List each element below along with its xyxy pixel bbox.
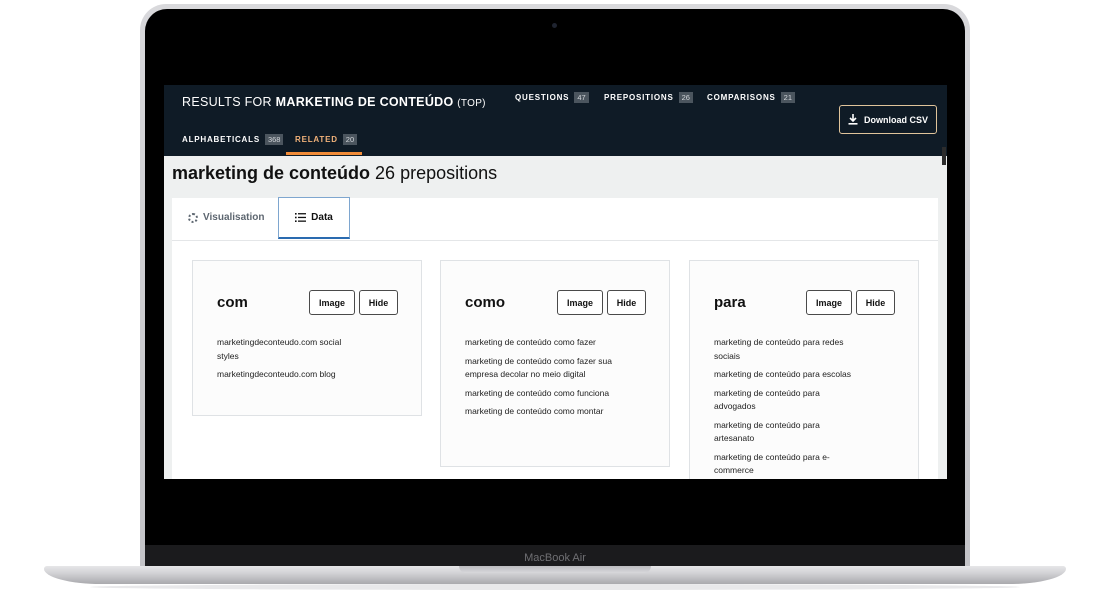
tab-count-badge: 21: [780, 92, 795, 103]
active-tab-underline: [286, 152, 362, 155]
tab-visualisation[interactable]: Visualisation: [188, 212, 265, 223]
results-keyword: MARKETING DE CONTEÚDO: [275, 95, 454, 109]
tab-data-label: Data: [311, 212, 333, 223]
card-title: para: [714, 294, 746, 311]
page-title-keyword: marketing de conteúdo: [172, 163, 371, 183]
list-item[interactable]: marketing de conteúdo como fazer: [465, 336, 615, 350]
tab-label: PREPOSITIONS: [604, 93, 674, 102]
preposition-card-para: para Image Hide marketing de conteúdo pa…: [689, 260, 919, 479]
tab-count-badge: 368: [264, 134, 284, 145]
list-item[interactable]: marketing de conteúdo para artesanato: [714, 419, 854, 446]
list-icon: [295, 213, 307, 222]
tab-label: RELATED: [295, 135, 338, 144]
download-icon: [848, 114, 858, 125]
tab-label: COMPARISONS: [707, 93, 776, 102]
results-panel: Visualisation Data com Image Hide market…: [172, 197, 938, 479]
list-item[interactable]: marketing de conteúdo para advogados: [714, 387, 854, 414]
laptop-notch: [459, 566, 651, 573]
tab-alphabeticals[interactable]: ALPHABETICALS 368: [182, 134, 284, 145]
page-title: marketing de conteúdo 26 prepositions: [172, 163, 497, 184]
suggestion-list: marketing de conteúdo como fazer marketi…: [465, 336, 615, 424]
tab-label: QUESTIONS: [515, 93, 570, 102]
visualisation-icon: [188, 212, 198, 223]
image-button[interactable]: Image: [806, 290, 852, 315]
results-title: RESULTS FOR MARKETING DE CONTEÚDO (TOP): [182, 95, 486, 109]
list-item[interactable]: marketingdeconteudo.com blog: [217, 368, 357, 382]
preposition-card-com: com Image Hide marketingdeconteudo.com s…: [192, 260, 422, 416]
hide-button[interactable]: Hide: [359, 290, 398, 315]
tab-comparisons[interactable]: COMPARISONS 21: [707, 92, 795, 103]
results-prefix: RESULTS FOR: [182, 95, 272, 109]
results-region: (TOP): [457, 98, 486, 109]
image-button[interactable]: Image: [557, 290, 603, 315]
download-csv-button[interactable]: Download CSV: [839, 105, 937, 134]
card-title: como: [465, 294, 506, 311]
tab-visualisation-label: Visualisation: [203, 212, 265, 223]
view-tabs: Visualisation Data: [172, 197, 938, 241]
list-item[interactable]: marketing de conteúdo como funciona: [465, 387, 615, 401]
list-item[interactable]: marketing de conteúdo para e-commerce: [714, 451, 854, 478]
tab-related[interactable]: RELATED 20: [295, 134, 358, 145]
suggestion-list: marketingdeconteudo.com social styles ma…: [217, 336, 357, 387]
tab-count-badge: 20: [342, 134, 358, 145]
list-item[interactable]: marketing de conteúdo para redes sociais: [714, 336, 854, 363]
laptop-shadow: [90, 584, 1020, 590]
list-item[interactable]: marketing de conteúdo como montar: [465, 405, 615, 419]
tab-prepositions[interactable]: PREPOSITIONS 26: [604, 92, 693, 103]
suggestion-list: marketing de conteúdo para redes sociais…: [714, 336, 854, 479]
tab-label: ALPHABETICALS: [182, 135, 260, 144]
tab-count-badge: 47: [574, 92, 589, 103]
preposition-card-como: como Image Hide marketing de conteúdo co…: [440, 260, 670, 467]
tab-count-badge: 26: [678, 92, 693, 103]
scrollbar-thumb[interactable]: [942, 147, 946, 165]
download-csv-label: Download CSV: [863, 114, 928, 125]
list-item[interactable]: marketing de conteúdo como fazer sua emp…: [465, 355, 615, 382]
hide-button[interactable]: Hide: [856, 290, 895, 315]
list-item[interactable]: marketing de conteúdo para escolas: [714, 368, 854, 382]
page-title-summary: 26 prepositions: [375, 163, 498, 183]
hide-button[interactable]: Hide: [607, 290, 646, 315]
list-item[interactable]: marketingdeconteudo.com social styles: [217, 336, 357, 363]
image-button[interactable]: Image: [309, 290, 355, 315]
screen: RESULTS FOR MARKETING DE CONTEÚDO (TOP) …: [164, 85, 947, 479]
tab-data[interactable]: Data: [278, 197, 350, 239]
camera-icon: [552, 23, 557, 28]
tab-questions[interactable]: QUESTIONS 47: [515, 92, 589, 103]
model-label: MacBook Air: [524, 551, 586, 564]
results-header: RESULTS FOR MARKETING DE CONTEÚDO (TOP) …: [164, 85, 947, 156]
card-title: com: [217, 294, 248, 311]
